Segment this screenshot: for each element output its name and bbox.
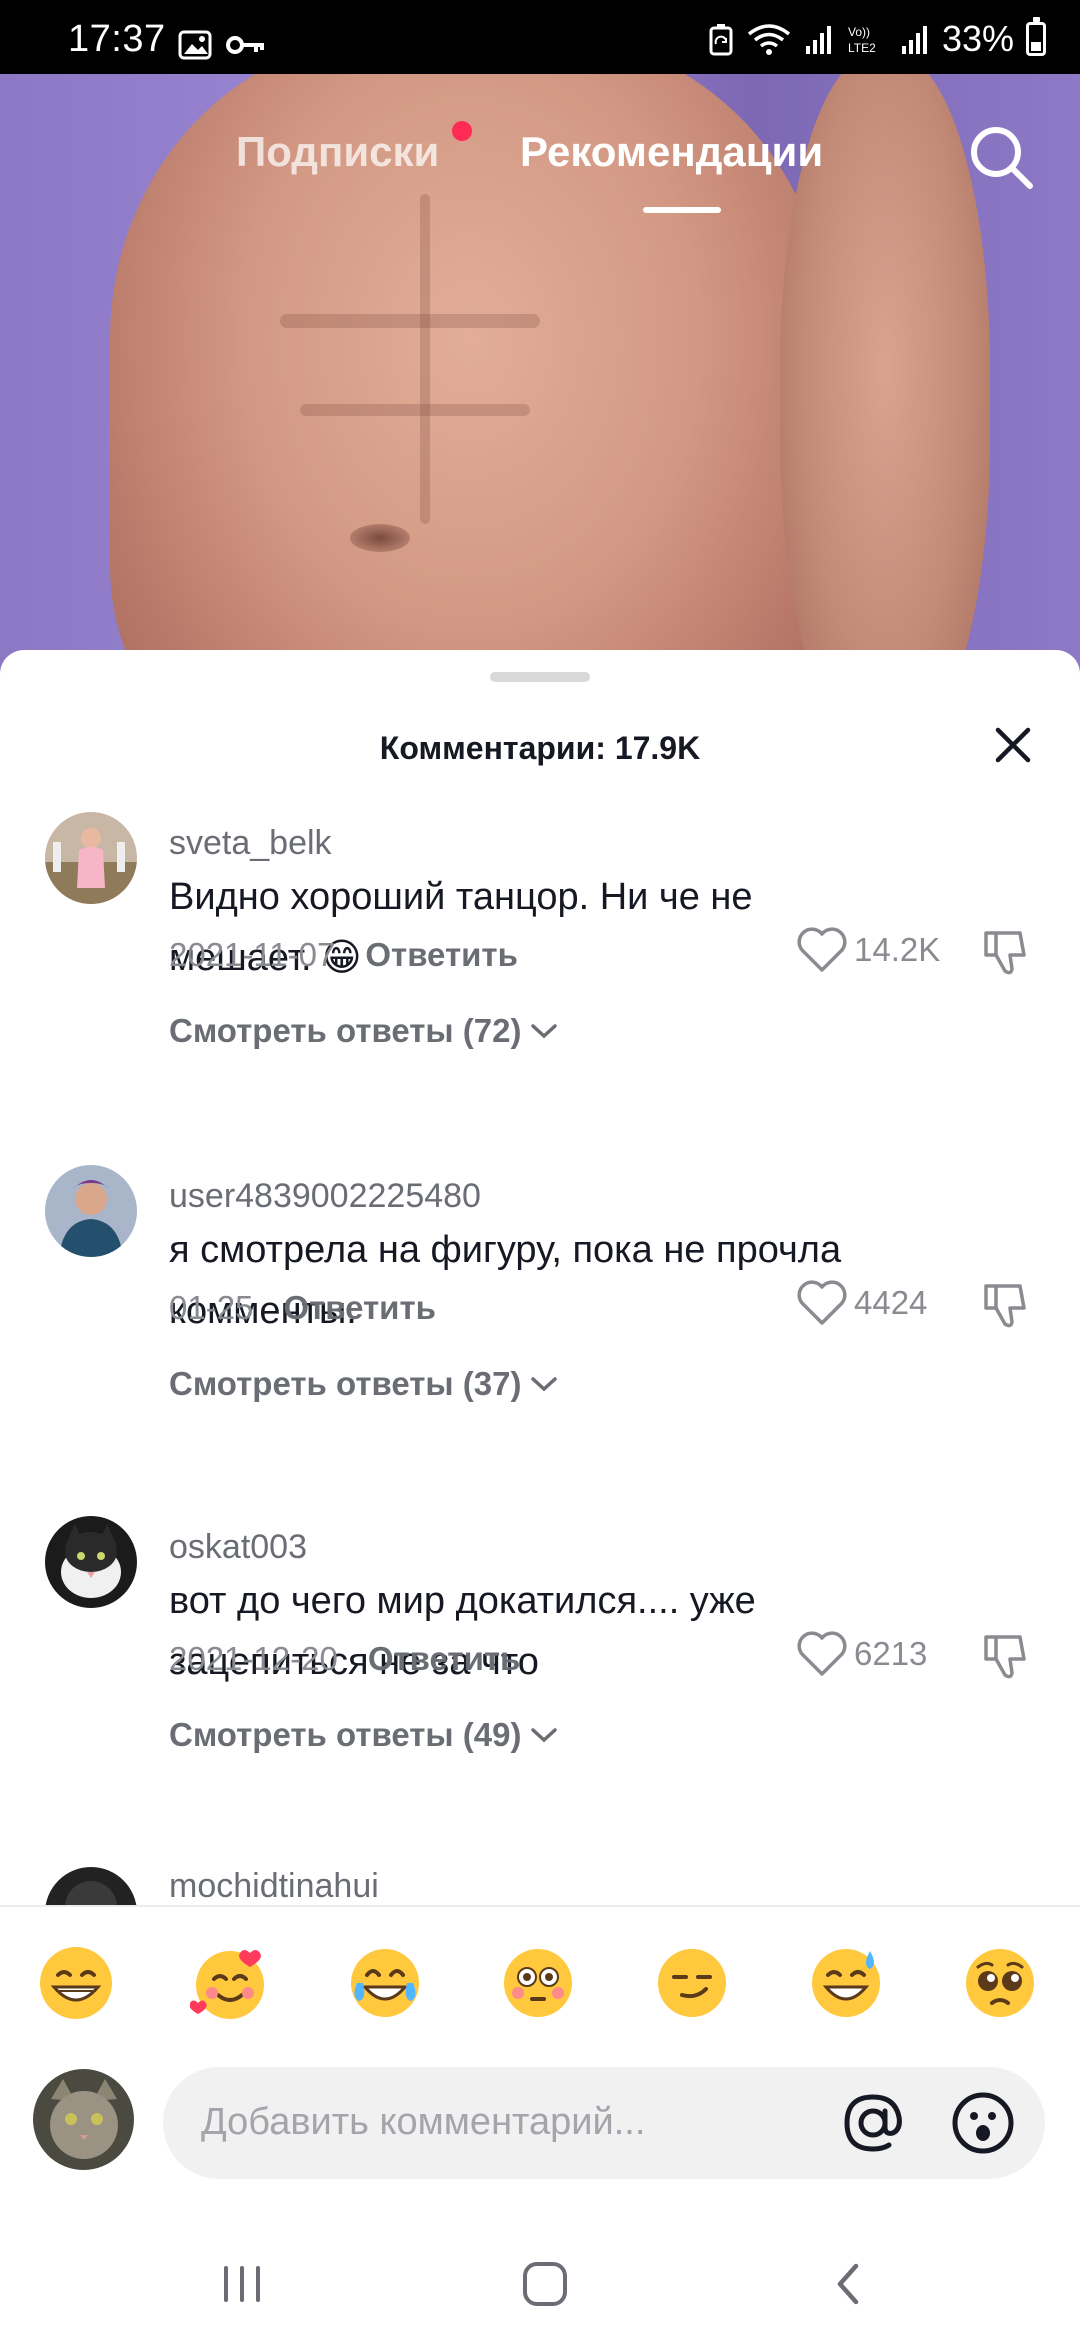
my-avatar[interactable] bbox=[33, 2069, 134, 2170]
dislike-icon[interactable] bbox=[978, 1278, 1032, 1332]
dislike-icon[interactable] bbox=[978, 925, 1032, 979]
like-button[interactable]: 14.2K bbox=[796, 926, 940, 974]
battery-icon bbox=[1026, 17, 1046, 56]
emoji-icon[interactable] bbox=[949, 2089, 1017, 2157]
like-count: 6213 bbox=[854, 1635, 928, 1672]
signal-icon-2 bbox=[901, 26, 927, 54]
commenter-avatar[interactable] bbox=[45, 1165, 137, 1257]
gallery-icon bbox=[178, 30, 212, 60]
search-icon[interactable] bbox=[966, 122, 1036, 192]
reply-button[interactable]: Ответить bbox=[368, 1640, 521, 1678]
comment-meta: 2021-12-20 Ответить bbox=[169, 1640, 520, 1678]
tab-for-you[interactable]: Рекомендации bbox=[520, 128, 823, 176]
view-replies-button[interactable]: Смотреть ответы (72) bbox=[169, 1012, 559, 1050]
comment-meta: 2021-11-07 Ответить bbox=[169, 936, 518, 974]
emoji-hearts-icon[interactable] bbox=[190, 1943, 270, 2023]
status-notification-icons bbox=[178, 30, 266, 60]
battery-level bbox=[1031, 41, 1041, 51]
status-time: 17:37 bbox=[68, 18, 166, 60]
chevron-down-icon bbox=[531, 1728, 558, 1743]
like-count: 4424 bbox=[854, 1284, 928, 1321]
comment-meta: 01-25 Ответить bbox=[169, 1289, 436, 1327]
comment-username[interactable]: mochidtinahui bbox=[169, 1867, 379, 1905]
active-tab-indicator bbox=[643, 207, 721, 213]
commenter-avatar[interactable] bbox=[45, 812, 137, 904]
quick-emoji-bar bbox=[0, 1905, 1080, 2052]
home-icon[interactable] bbox=[515, 2254, 575, 2314]
comment-date: 2021-12-20 bbox=[169, 1640, 338, 1677]
status-right-cluster: Vo)) LTE2 33% bbox=[708, 17, 1046, 60]
heart-icon[interactable] bbox=[796, 926, 848, 974]
feed-tabs: Подписки Рекомендации bbox=[0, 74, 1080, 224]
comment-username[interactable]: user4839002225480 bbox=[169, 1177, 481, 1216]
reply-button[interactable]: Ответить bbox=[365, 936, 518, 974]
like-count: 14.2K bbox=[854, 931, 941, 968]
comment-username[interactable]: oskat003 bbox=[169, 1528, 307, 1567]
heart-icon[interactable] bbox=[796, 1279, 848, 1327]
tab-following[interactable]: Подписки bbox=[236, 128, 439, 176]
view-replies-button[interactable]: Смотреть ответы (37) bbox=[169, 1365, 559, 1403]
battery-percent: 33% bbox=[941, 18, 1014, 59]
emoji-tears-of-joy-icon[interactable] bbox=[345, 1943, 425, 2023]
volte-icon: Vo)) LTE2 bbox=[848, 25, 876, 55]
back-icon[interactable] bbox=[818, 2254, 878, 2314]
view-replies-label: Смотреть ответы (37) bbox=[169, 1365, 522, 1402]
reply-button[interactable]: Ответить bbox=[283, 1289, 436, 1327]
svg-text:LTE2: LTE2 bbox=[848, 41, 876, 55]
comment-date: 01-25 bbox=[169, 1289, 254, 1326]
recent-apps-icon[interactable] bbox=[212, 2254, 272, 2314]
commenter-avatar[interactable] bbox=[45, 1867, 137, 1905]
key-icon bbox=[226, 36, 264, 54]
signal-icon bbox=[805, 26, 831, 54]
chevron-down-icon bbox=[531, 1024, 558, 1039]
view-replies-label: Смотреть ответы (49) bbox=[169, 1716, 522, 1753]
system-nav-bar bbox=[0, 2230, 1080, 2340]
comment-input[interactable]: Добавить комментарий... bbox=[163, 2067, 1045, 2179]
svg-text:Vo)): Vo)) bbox=[848, 25, 870, 39]
chevron-down-icon bbox=[531, 1377, 558, 1392]
emoji-smirk-icon[interactable] bbox=[652, 1943, 732, 2023]
drag-handle[interactable] bbox=[490, 672, 590, 682]
status-bar: 17:37 Vo)) LTE2 33% bbox=[0, 0, 1080, 74]
comments-count-title: Комментарии: 17.9K bbox=[379, 730, 701, 766]
dislike-icon[interactable] bbox=[978, 1629, 1032, 1683]
video-navel bbox=[350, 524, 410, 552]
like-button[interactable]: 6213 bbox=[796, 1630, 927, 1678]
wifi-icon bbox=[747, 24, 791, 55]
comment-item: mochidtinahui bbox=[0, 1867, 1080, 1905]
commenter-avatar[interactable] bbox=[45, 1516, 137, 1608]
heart-icon[interactable] bbox=[796, 1630, 848, 1678]
emoji-flushed-icon[interactable] bbox=[498, 1943, 578, 2023]
comments-sheet: Комментарии: 17.9K sveta_belk Видно хоро… bbox=[0, 650, 1080, 2340]
like-button[interactable]: 4424 bbox=[796, 1279, 927, 1327]
view-replies-button[interactable]: Смотреть ответы (49) bbox=[169, 1716, 559, 1754]
at-icon[interactable] bbox=[839, 2089, 907, 2157]
emoji-pleading-icon[interactable] bbox=[960, 1943, 1040, 2023]
comment-composer: Добавить комментарий... bbox=[0, 2055, 1080, 2205]
video-shadow bbox=[420, 194, 430, 524]
emoji-grin-icon[interactable] bbox=[36, 1943, 116, 2023]
sync-icon bbox=[709, 24, 733, 56]
comment-username[interactable]: sveta_belk bbox=[169, 824, 332, 863]
video-shadow bbox=[280, 314, 540, 328]
comment-input-placeholder: Добавить комментарий... bbox=[201, 2101, 646, 2143]
comment-date: 2021-11-07 bbox=[169, 936, 336, 973]
video-shadow bbox=[300, 404, 530, 416]
close-icon[interactable] bbox=[988, 720, 1038, 770]
view-replies-label: Смотреть ответы (72) bbox=[169, 1012, 522, 1049]
new-content-dot bbox=[452, 121, 472, 141]
emoji-sweat-smile-icon[interactable] bbox=[806, 1943, 886, 2023]
